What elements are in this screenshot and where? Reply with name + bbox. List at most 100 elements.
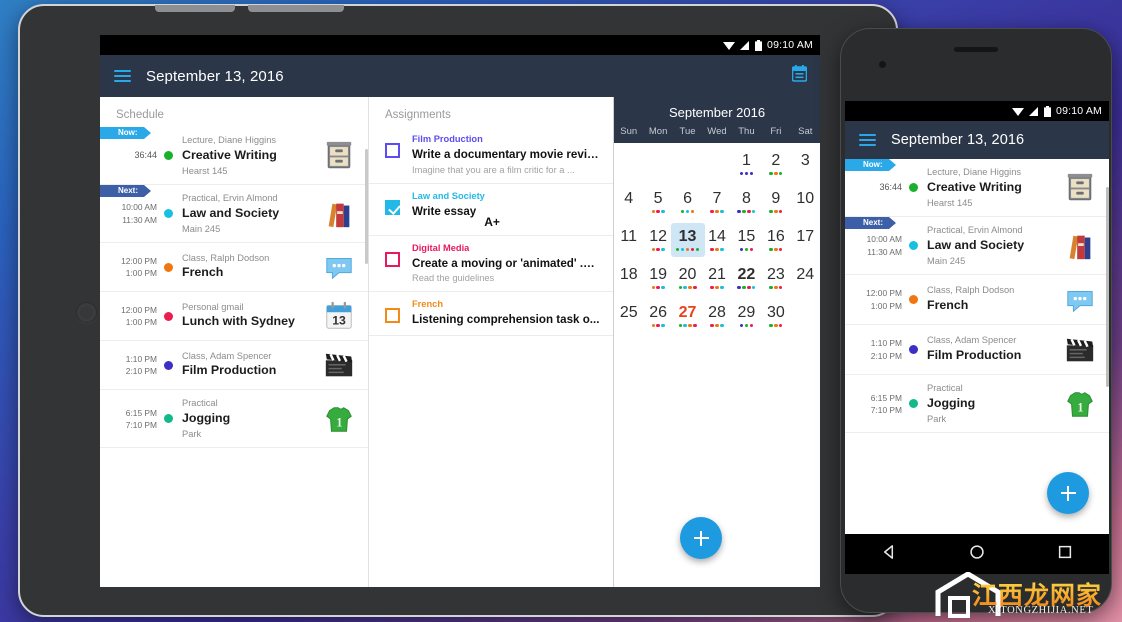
calendar-day[interactable]: 22 — [732, 259, 761, 297]
schedule-item[interactable]: 1:10 PM 2:10 PM Class, Adam Spencer Film Pr… — [100, 341, 368, 391]
phone-scrollbar-thumb[interactable] — [1106, 187, 1109, 387]
assignment-title-row: Create a moving or 'animated' .gi... — [412, 256, 601, 273]
calendar-day-number: 5 — [653, 189, 663, 207]
assignments-list[interactable]: Film Production Write a documentary movie… — [369, 127, 613, 337]
assignment-checkbox[interactable] — [385, 308, 400, 324]
calendar-day[interactable]: 23 — [761, 259, 790, 297]
assignment-title: Write a documentary movie review — [412, 147, 601, 161]
calendar-day[interactable]: 24 — [791, 259, 820, 297]
calendar-day[interactable]: 11 — [614, 221, 643, 259]
calendar-icon[interactable] — [791, 65, 808, 87]
schedule-item[interactable]: 12:00 PM 1:00 PM Class, Ralph Dodson French — [845, 275, 1109, 326]
phone-schedule-list[interactable]: Now: 36:44 Lecture, Diane Higgins Creative … — [845, 159, 1109, 434]
svg-text:13: 13 — [332, 314, 346, 328]
calendar-event-dot — [651, 285, 655, 289]
calendar-day[interactable]: 12 — [643, 221, 672, 259]
calendar-day[interactable]: 27 — [673, 297, 702, 335]
tablet-home-button[interactable] — [76, 302, 97, 323]
calendar-event-dot — [680, 209, 685, 213]
calendar-grid[interactable]: 1 2 3 4 5 6 7 8 9 10 11 12 13 14 15 16 17 18 19 20 21 22 23 24 2… — [614, 143, 820, 335]
home-icon[interactable] — [969, 544, 985, 565]
green-shirt-icon: 1 — [1061, 387, 1099, 421]
schedule-item[interactable]: 12:00 PM 1:00 PM Class, Ralph Dodson French — [100, 243, 368, 293]
calendar-month-title: September 2016 — [614, 97, 820, 126]
calendar-day[interactable]: 15 — [732, 221, 761, 259]
schedule-item[interactable]: 1:10 PM 2:10 PM Class, Adam Spencer Film Pr… — [845, 325, 1109, 376]
schedule-item-title: Creative Writing — [927, 179, 1022, 194]
add-button[interactable] — [680, 517, 722, 559]
calendar-day[interactable]: 1 — [732, 145, 761, 183]
add-button[interactable] — [1047, 472, 1089, 514]
calendar-day[interactable]: 20 — [673, 259, 702, 297]
hamburger-menu-icon[interactable] — [859, 133, 876, 147]
schedule-item-location: Hearst 145 — [182, 165, 228, 176]
calendar-day[interactable]: 26 — [643, 297, 672, 335]
schedule-item-location: Main 245 — [182, 223, 221, 234]
calendar-day[interactable]: 2 — [761, 145, 790, 183]
schedule-item[interactable]: 12:00 PM 1:00 PM Personal gmail Lunch with … — [100, 292, 368, 342]
schedule-item[interactable]: Next: 10:00 AM 11:30 AM Practical, Ervin Al… — [100, 185, 368, 244]
end-time: 2:10 PM — [870, 350, 902, 361]
schedule-item-location: Hearst 145 — [927, 197, 973, 208]
schedule-item[interactable]: Next: 10:00 AM 11:30 AM Practical, Ervin Al… — [845, 217, 1109, 276]
schedule-item-times: 10:00 AM 11:30 AM — [845, 233, 909, 257]
calendar-day[interactable]: 18 — [614, 259, 643, 297]
schedule-scrollbar[interactable] — [365, 149, 368, 264]
recents-icon[interactable] — [1057, 544, 1073, 565]
calendar-day[interactable]: 8 — [732, 183, 761, 221]
calendar-day[interactable]: 14 — [702, 221, 731, 259]
assignment-item[interactable]: Film Production Write a documentary movie… — [369, 127, 613, 184]
calendar-day[interactable]: 17 — [791, 221, 820, 259]
phone-screen: 09:10 AM September 13, 2016 Now: 36:44 Lec… — [845, 101, 1109, 574]
calendar-day-number: 12 — [649, 227, 668, 245]
phone-speaker-grill — [954, 47, 998, 52]
calendar-empty-cell — [702, 145, 731, 183]
hamburger-menu-icon[interactable] — [114, 69, 131, 83]
tablet-speaker-grill — [155, 5, 235, 12]
calendar-day[interactable]: 19 — [643, 259, 672, 297]
assignment-checkbox[interactable] — [385, 199, 400, 215]
calendar-day[interactable]: 6 — [673, 183, 702, 221]
calendar-day[interactable]: 10 — [791, 183, 820, 221]
start-time: 10:00 AM — [121, 202, 157, 213]
calendar-day[interactable]: 21 — [702, 259, 731, 297]
back-icon[interactable] — [881, 544, 897, 565]
assignment-item[interactable]: Digital Media Create a moving or 'animate… — [369, 236, 613, 293]
schedule-item[interactable]: Now: 36:44 Lecture, Diane Higgins Creative … — [100, 127, 368, 186]
calendar-event-dots — [739, 171, 753, 176]
calendar-day[interactable]: 3 — [791, 145, 820, 183]
calendar-weekday: Thu — [738, 126, 755, 137]
calendar-day[interactable]: 5 — [643, 183, 672, 221]
assignment-title-row: Listening comprehension task o... — [412, 312, 601, 329]
calendar-day[interactable]: 13 — [670, 221, 705, 259]
start-time: 1:10 PM — [870, 338, 902, 349]
calendar-day[interactable]: 4 — [614, 183, 643, 221]
calendar-event-dot — [752, 209, 756, 213]
calendar-day[interactable]: 16 — [761, 221, 790, 259]
assignment-checkbox[interactable] — [385, 143, 400, 158]
assignment-grade: A+ — [484, 214, 500, 229]
schedule-item-times: 12:00 PM 1:00 PM — [845, 287, 909, 311]
calendar-day[interactable]: 28 — [702, 297, 731, 335]
badge-arrow — [889, 217, 897, 230]
assignment-item[interactable]: Law and Society Write essay A+ — [369, 184, 613, 236]
calendar-day[interactable]: 29 — [732, 297, 761, 335]
calendar-event-dot — [774, 285, 778, 289]
calendar-day[interactable]: 30 — [761, 297, 790, 335]
calendar-event-dots — [710, 285, 724, 290]
calendar-day[interactable]: 7 — [702, 183, 731, 221]
schedule-item[interactable]: 6:15 PM 7:10 PM Practical Jogging Park 1 — [100, 390, 368, 449]
calendar-event-dot — [676, 247, 680, 251]
calendar-event-dot — [739, 171, 744, 175]
calendar-day[interactable]: 25 — [614, 297, 643, 335]
schedule-item[interactable]: 6:15 PM 7:10 PM Practical Jogging Park 1 — [845, 375, 1109, 434]
schedule-list[interactable]: Now: 36:44 Lecture, Diane Higgins Creative … — [100, 127, 368, 449]
schedule-item[interactable]: Now: 36:44 Lecture, Diane Higgins Creative … — [845, 159, 1109, 218]
assignment-item[interactable]: French Listening comprehension task o... — [369, 292, 613, 337]
assignment-checkbox[interactable] — [385, 251, 400, 267]
schedule-item-text: Lecture, Diane Higgins Creative Writing He… — [182, 134, 314, 177]
calendar-weekday: Wed — [707, 126, 727, 137]
calendar-event-dot — [742, 209, 746, 213]
tablet-speaker-grill-2 — [248, 5, 344, 12]
calendar-day[interactable]: 9 — [761, 183, 790, 221]
